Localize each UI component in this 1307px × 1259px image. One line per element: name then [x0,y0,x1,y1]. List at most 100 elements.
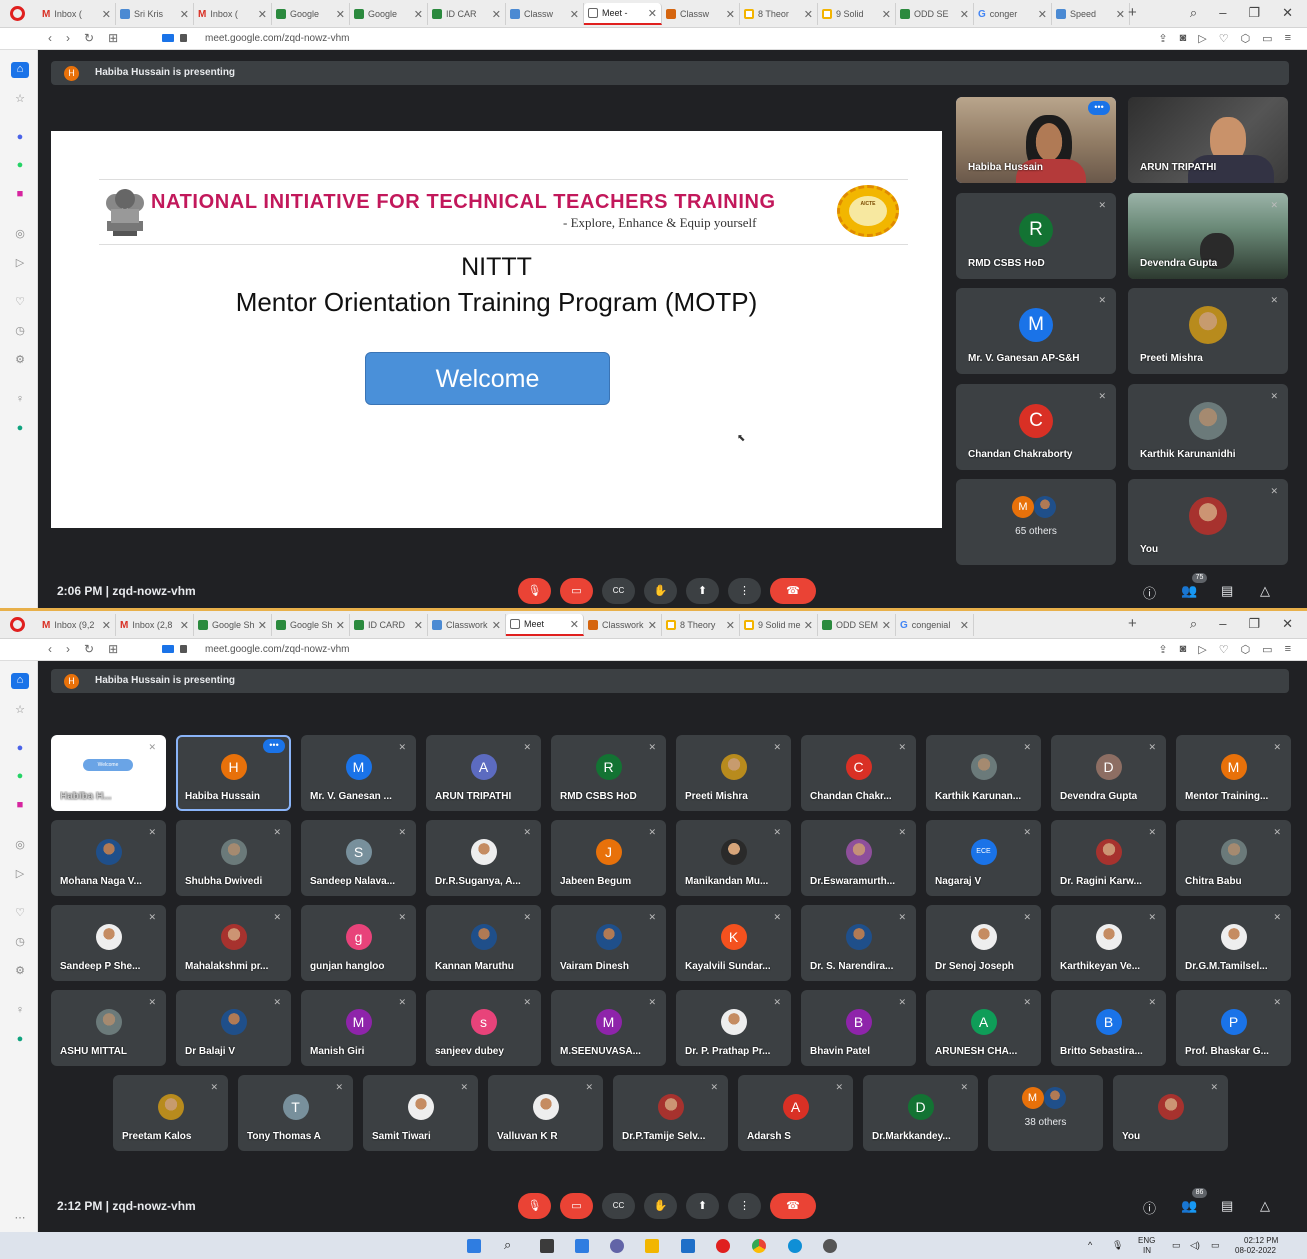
activities-icon[interactable]: △ [1260,583,1270,599]
mic-off-icon[interactable]: 🎙 [518,578,551,604]
reload-icon[interactable]: ↻ [84,31,94,45]
tab-close-icon[interactable]: ✕ [648,619,657,632]
participant-tile[interactable]: Dr.P.Tamije Selv... ✕ [613,1075,728,1151]
more-options-icon[interactable]: ••• [263,739,285,753]
close-icon[interactable]: ✕ [1282,5,1293,21]
activities-icon[interactable]: △ [1260,1198,1270,1214]
browser-tab[interactable]: 8 Theor ✕ [740,3,818,25]
browser-tab[interactable]: Classw ✕ [506,3,584,25]
heart-sidebar-icon[interactable]: ♡ [12,295,28,309]
start-icon[interactable] [467,1239,481,1253]
close-icon[interactable]: ✕ [1282,616,1293,632]
participant-tile[interactable]: T Tony Thomas A ✕ [238,1075,353,1151]
lightbulb-icon[interactable]: ♀ [12,1003,28,1017]
battery-tray-icon[interactable]: ▭ [1211,1240,1220,1251]
browser-tab[interactable]: ODD SEM ✕ [818,614,896,636]
participant-tile[interactable]: Manikandan Mu... ✕ [676,820,791,896]
participant-tile[interactable]: Preeti Mishra ✕ [676,735,791,811]
history-icon[interactable]: ◷ [12,324,28,338]
network-icon[interactable]: ▭ [1172,1240,1181,1251]
star-icon[interactable]: ☆ [12,703,28,717]
snapshot-icon[interactable]: ◙ [1180,32,1187,45]
participant-tile[interactable]: H Habiba Hussain ••• [176,735,291,811]
tab-close-icon[interactable]: ✕ [180,8,189,21]
people-icon[interactable]: 👥 [1181,1198,1197,1214]
presentation-thumbnail[interactable]: Welcome Habiba H... ✕ [51,735,166,811]
volume-icon[interactable]: ◁) [1190,1240,1200,1251]
whatsapp-icon[interactable]: ● [12,769,28,783]
participant-tile[interactable]: D Devendra Gupta ✕ [1051,735,1166,811]
new-tab-icon[interactable]: + [1128,4,1137,21]
participant-tile[interactable]: Dr.G.M.Tamilsel... ✕ [1176,905,1291,981]
participant-tile[interactable]: Kannan Maruthu ✕ [426,905,541,981]
participant-tile[interactable]: Mahalakshmi pr... ✕ [176,905,291,981]
participant-tile[interactable]: Shubha Dwivedi ✕ [176,820,291,896]
tab-close-icon[interactable]: ✕ [960,619,969,632]
browser-tab[interactable]: M Inbox (✕ [38,3,116,25]
participant-tile[interactable]: Dr Balaji V ✕ [176,990,291,1066]
tray-overflow-icon[interactable]: ^ [1088,1240,1092,1250]
tab-close-icon[interactable]: ✕ [492,619,501,632]
participant-tile[interactable]: A Adarsh S ✕ [738,1075,853,1151]
participant-tile[interactable]: S Sandeep Nalava... ✕ [301,820,416,896]
send-sidebar-icon[interactable]: ▷ [12,256,28,270]
tab-close-icon[interactable]: ✕ [102,619,111,632]
lock-icon[interactable] [180,645,187,653]
tab-close-icon[interactable]: ✕ [726,619,735,632]
more-sidebar-icon[interactable]: ⋯ [12,1211,28,1225]
raise-hand-icon[interactable]: ✋ [644,578,677,604]
participant-tile[interactable]: R RMD CSBS HoD ✕ [551,735,666,811]
browser-tab[interactable]: 8 Theory ✕ [662,614,740,636]
camera-off-icon[interactable]: ▭ [560,578,593,604]
tab-close-icon[interactable]: ✕ [648,7,657,20]
browser-tab[interactable]: Sri Kris ✕ [116,3,194,25]
edge-icon[interactable] [788,1239,802,1253]
participant-tile[interactable]: M Manish Giri ✕ [301,990,416,1066]
browser-tab[interactable]: M Inbox (9,2 ✕ [38,614,116,636]
tab-close-icon[interactable]: ✕ [414,8,423,21]
tab-close-icon[interactable]: ✕ [414,619,423,632]
tab-close-icon[interactable]: ✕ [804,8,813,21]
participant-tile[interactable]: Dr.Eswaramurth... ✕ [801,820,916,896]
captions-icon[interactable]: CC [602,1193,635,1219]
tray-region[interactable]: IN [1143,1246,1151,1255]
participant-tile[interactable]: M 65 others [956,479,1116,565]
snapshot-icon[interactable]: ◙ [1180,643,1187,656]
mic-off-icon[interactable]: 🎙 [518,1193,551,1219]
participant-tile[interactable]: R RMD CSBS HoD ✕ [956,192,1116,279]
tab-close-icon[interactable]: ✕ [570,8,579,21]
tabs-grid-icon[interactable]: ⊞ [108,31,118,45]
whatsapp-icon[interactable]: ● [12,158,28,172]
settings-icon[interactable]: ⚙ [12,964,28,978]
send-sidebar-icon[interactable]: ▷ [12,867,28,881]
participant-tile[interactable]: Karthik Karunan... ✕ [926,735,1041,811]
more-options-icon[interactable]: ⋮ [728,1193,761,1219]
heart-icon[interactable]: ♡ [1219,32,1229,45]
participant-tile[interactable]: M Mr. V. Ganesan AP-S&H ✕ [956,288,1116,374]
browser-tab[interactable]: ID CARD ✕ [350,614,428,636]
participant-tile[interactable]: Preeti Mishra ✕ [1128,288,1288,374]
maximize-icon[interactable]: ❐ [1248,5,1260,21]
player-icon[interactable]: ◎ [12,838,28,852]
lightbulb-icon[interactable]: ♀ [12,392,28,406]
tab-close-icon[interactable]: ✕ [492,8,501,21]
participant-tile[interactable]: Chitra Babu ✕ [1176,820,1291,896]
participant-tile[interactable]: A ARUNESH CHA... ✕ [926,990,1041,1066]
url-field[interactable]: meet.google.com/zqd-nowz-vhm [205,644,350,655]
tab-close-icon[interactable]: ✕ [1116,8,1125,21]
browser-tab[interactable]: Classwork ✕ [428,614,506,636]
participant-tile[interactable]: B Bhavin Patel ✕ [801,990,916,1066]
minimize-icon[interactable]: – [1219,616,1226,632]
browser-tab[interactable]: Speed ✕ [1052,3,1130,25]
participant-tile[interactable]: M Mr. V. Ganesan ... ✕ [301,735,416,811]
end-call-icon[interactable]: ☎ [770,1193,816,1219]
participant-tile[interactable]: Devendra Gupta ✕ [1128,192,1288,279]
participant-tile[interactable]: B Britto Sebastira... ✕ [1051,990,1166,1066]
tab-close-icon[interactable]: ✕ [882,619,891,632]
participant-tile[interactable]: Sandeep P She... ✕ [51,905,166,981]
raise-hand-icon[interactable]: ✋ [644,1193,677,1219]
camera-indicator-icon[interactable] [162,34,174,42]
tab-close-icon[interactable]: ✕ [258,619,267,632]
history-icon[interactable]: ◷ [12,935,28,949]
url-field[interactable]: meet.google.com/zqd-nowz-vhm [205,33,350,44]
